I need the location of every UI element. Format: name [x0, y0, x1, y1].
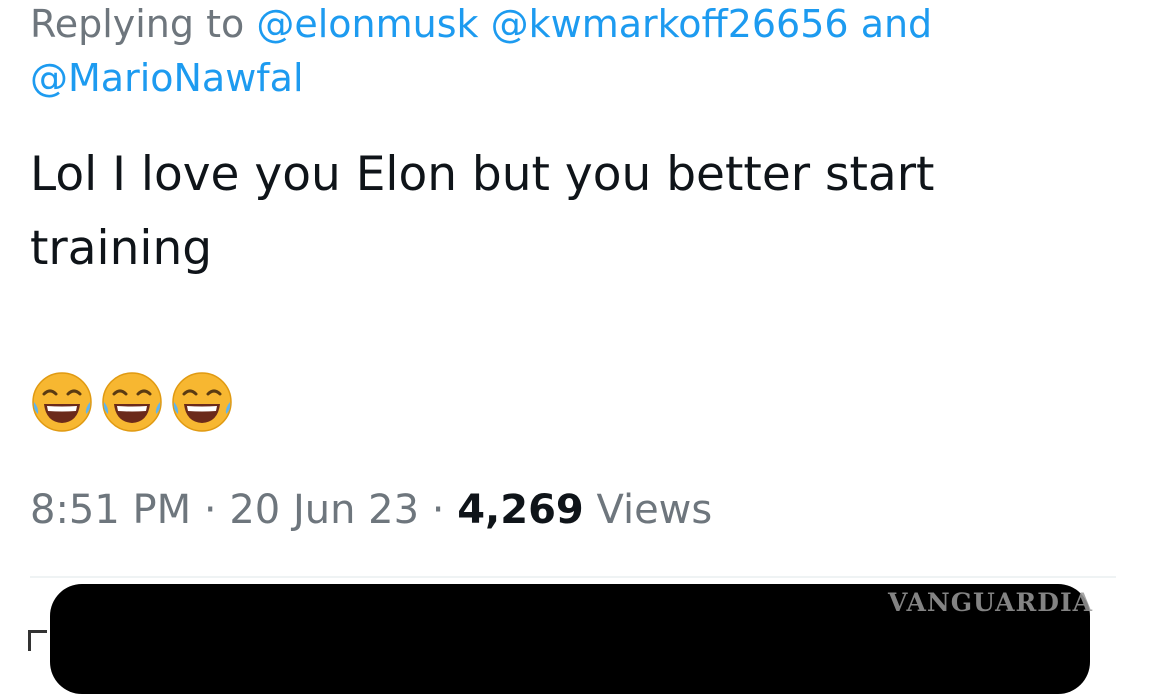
tweet-date[interactable]: 20 Jun 23 — [229, 487, 419, 533]
tweet-text: Lol I love you Elon but you better start… — [30, 147, 935, 276]
divider — [30, 576, 1116, 578]
replying-and-label: and — [860, 2, 933, 46]
vanguardia-watermark: VANGUARDIA — [888, 588, 1094, 617]
replying-to-label: Replying to — [30, 2, 245, 46]
tweet-time[interactable]: 8:51 PM — [30, 487, 191, 533]
meta-separator: · — [431, 487, 445, 533]
mention-kwmarkoff-link[interactable]: @kwmarkoff26656 — [491, 2, 849, 46]
mention-marionawfal-link[interactable]: @MarioNawfal — [30, 48, 304, 108]
views-label[interactable]: Views — [596, 487, 712, 533]
face-with-tears-of-joy-icon — [102, 372, 162, 432]
mention-elonmusk-link[interactable]: @elonmusk — [256, 2, 478, 46]
tweet-meta: 8:51 PM · 20 Jun 23 · 4,269 Views — [30, 480, 712, 540]
face-with-tears-of-joy-icon — [32, 372, 92, 432]
replying-to-line: Replying to @elonmusk @kwmarkoff26656 an… — [30, 0, 1140, 54]
face-with-tears-of-joy-icon — [172, 372, 232, 432]
emoji-row — [30, 370, 234, 434]
meta-separator: · — [203, 487, 217, 533]
views-count[interactable]: 4,269 — [457, 487, 584, 533]
